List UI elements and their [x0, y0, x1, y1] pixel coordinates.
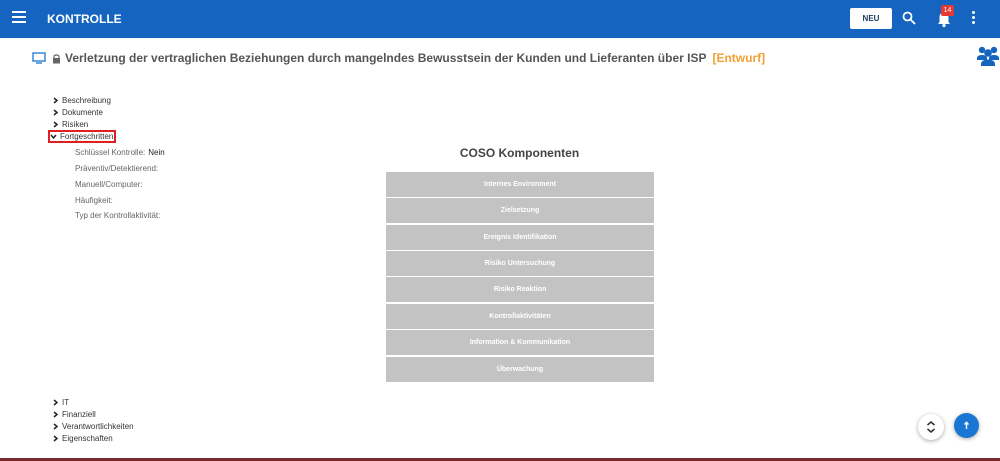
section-label: IT [62, 398, 70, 407]
field-frequency: Häufigkeit: [75, 196, 116, 205]
section-beschreibung[interactable]: Beschreibung [52, 96, 111, 105]
field-preventive-detective: Präventiv/Detektierend: [75, 164, 161, 173]
field-key-control: Schlüssel Kontrolle: Nein [75, 148, 165, 157]
coso-component-risiko-untersuchung[interactable]: Risiko Untersuchung [386, 251, 654, 276]
section-risiken[interactable]: Risiken [52, 120, 88, 129]
field-label: Häufigkeit: [75, 196, 113, 205]
coso-component-information-kommunikation[interactable]: Information & Kommunikation [386, 330, 654, 355]
notification-badge: 14 [941, 5, 954, 16]
new-button[interactable]: NEU [850, 8, 892, 29]
chevron-right-icon [53, 121, 59, 128]
coso-component-ueberwachung[interactable]: Überwachung [386, 357, 654, 382]
field-control-activity-type: Typ der Kontrollaktivität: [75, 211, 163, 220]
section-fortgeschritten[interactable]: Fortgeschritten [48, 130, 117, 143]
section-label: Eigenschaften [62, 434, 113, 443]
page-title: Verletzung der vertraglichen Beziehungen… [65, 51, 707, 65]
coso-component-internes-environment[interactable]: Internes Environment [386, 172, 654, 197]
field-label: Manuell/Computer: [75, 180, 143, 189]
hamburger-icon[interactable] [12, 11, 26, 25]
lock-icon [53, 53, 60, 63]
coso-component-kontrollaktivitaeten[interactable]: Kontrollaktivitäten [386, 304, 654, 329]
chevron-right-icon [53, 109, 59, 116]
section-eigenschaften[interactable]: Eigenschaften [52, 434, 113, 443]
chevron-right-icon [53, 423, 59, 430]
coso-component-zielsetzung[interactable]: Zielsetzung [386, 198, 654, 223]
coso-component-ereignis-identifikation[interactable]: Ereignis Identifikation [386, 225, 654, 250]
section-finanziell[interactable]: Finanziell [52, 410, 96, 419]
expand-collapse-button[interactable] [918, 414, 944, 440]
section-it[interactable]: IT [52, 398, 69, 407]
up-down-chevron-icon [926, 420, 936, 434]
arrow-up-icon [963, 421, 970, 429]
section-label: Verantwortlichkeiten [62, 422, 134, 431]
section-label: Dokumente [62, 108, 103, 117]
people-icon[interactable] [976, 44, 1000, 66]
coso-title: COSO Komponenten [459, 146, 580, 160]
coso-component-risiko-reaktion[interactable]: Risiko Reaktion [386, 277, 654, 302]
field-label: Schlüssel Kontrolle: [75, 148, 146, 157]
field-label: Typ der Kontrollaktivität: [75, 211, 161, 220]
field-label: Präventiv/Detektierend: [75, 164, 159, 173]
status-badge: [Entwurf] [712, 51, 766, 65]
section-label: Fortgeschritten [60, 132, 114, 141]
chevron-right-icon [53, 399, 59, 406]
search-icon[interactable] [902, 11, 916, 25]
app-title: KONTROLLE [47, 12, 122, 26]
chevron-right-icon [53, 435, 59, 442]
section-verantwortlichkeiten[interactable]: Verantwortlichkeiten [52, 422, 134, 431]
chevron-down-icon [50, 134, 57, 140]
monitor-icon [32, 52, 46, 64]
section-label: Risiken [62, 120, 89, 129]
section-dokumente[interactable]: Dokumente [52, 108, 103, 117]
chevron-right-icon [53, 411, 59, 418]
title-row: Verletzung der vertraglichen Beziehungen… [32, 49, 765, 67]
section-label: Beschreibung [62, 96, 111, 105]
app-bar: KONTROLLE NEU 14 [0, 0, 1000, 38]
more-vertical-icon[interactable] [969, 11, 977, 27]
field-value: Nein [148, 148, 165, 157]
field-manual-computer: Manuell/Computer: [75, 180, 146, 189]
chevron-right-icon [53, 97, 59, 104]
section-label: Finanziell [62, 410, 96, 419]
scroll-top-button[interactable] [954, 413, 979, 438]
